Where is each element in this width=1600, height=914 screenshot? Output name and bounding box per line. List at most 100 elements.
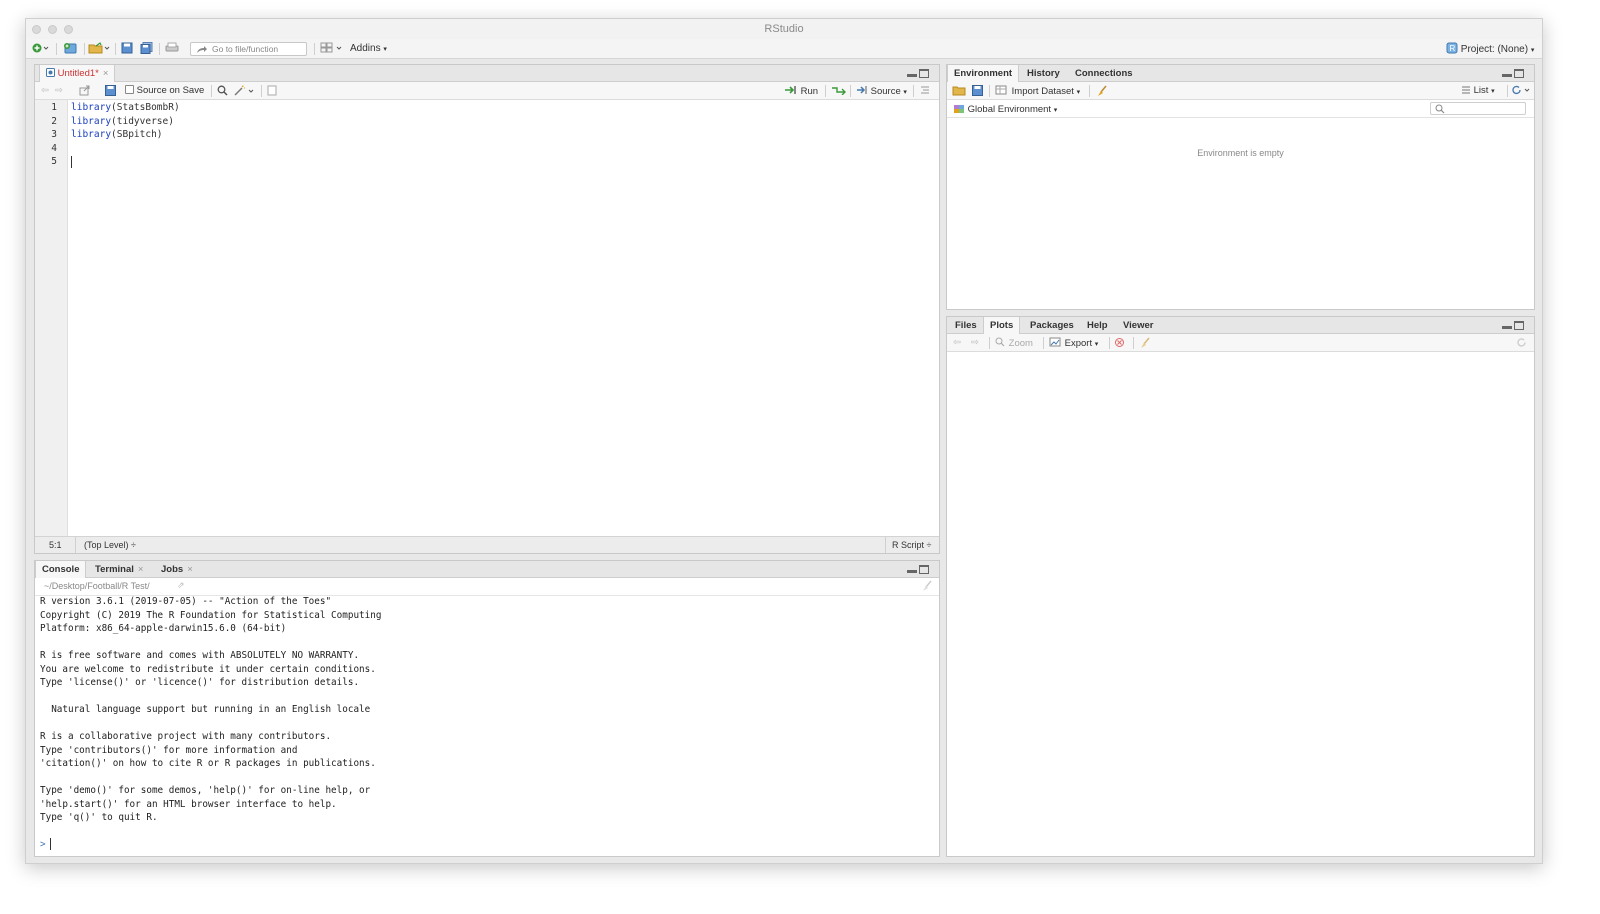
tab-viewer[interactable]: Viewer [1117,317,1159,334]
export-image-icon [1049,337,1061,347]
close-tab-icon[interactable]: × [187,564,193,575]
export-plot-button[interactable]: Export ▾ [1049,337,1098,349]
save-all-button[interactable] [140,42,154,56]
zoom-window-button[interactable] [64,25,73,34]
tab-environment[interactable]: Environment [947,65,1020,83]
back-arrow-icon[interactable]: ⇦ [41,85,49,97]
run-button[interactable]: Run [784,85,818,97]
tab-jobs[interactable]: Jobs × [155,561,199,578]
addins-label: Addins [350,43,381,54]
minimize-pane-icon[interactable] [907,570,917,573]
magnifier-icon [217,85,228,96]
scope-selector[interactable]: (Top Level) ÷ [84,540,136,550]
close-tab-icon[interactable]: × [103,68,109,79]
outline-button[interactable] [919,85,931,97]
next-plot-icon[interactable]: ⇨ [971,337,979,349]
checkbox-icon[interactable] [125,85,134,94]
pane-layout-button[interactable] [320,42,344,56]
zoom-label: Zoom [1008,338,1033,349]
environment-empty-message: Environment is empty [1197,148,1284,158]
source-label: Source [870,86,901,97]
refresh-icon [1517,338,1526,347]
clear-environment-button[interactable] [1096,85,1108,97]
tab-packages[interactable]: Packages [1024,317,1080,334]
refresh-environment-button[interactable] [1512,85,1530,97]
files-window-controls[interactable] [1502,321,1524,331]
clear-console-button[interactable] [921,580,933,595]
tab-terminal[interactable]: Terminal × [89,561,149,578]
editor-save-button[interactable] [105,85,116,97]
addins-menu[interactable]: Addins ▾ [350,42,387,56]
environment-search-input[interactable] [1430,102,1526,115]
source-arrow-icon [857,86,867,94]
save-icon [121,42,133,54]
print-icon [165,42,179,52]
minimize-window-button[interactable] [48,25,57,34]
tab-plots[interactable]: Plots [983,317,1021,335]
zoom-plot-button[interactable]: Zoom [995,337,1033,349]
console-prompt: > [40,839,46,850]
load-workspace-button[interactable] [952,85,966,97]
working-directory[interactable]: ~/Desktop/Football/R Test/ [44,581,150,591]
rerun-button[interactable] [831,85,847,97]
maximize-pane-icon[interactable] [1514,69,1524,78]
console-tabbar: Console Terminal × Jobs × [35,561,939,579]
open-folder-icon [88,42,110,54]
tab-console[interactable]: Console [35,561,87,579]
forward-arrow-icon[interactable]: ⇨ [55,85,63,97]
source-editor-pane: Untitled1* × ⇦ ⇨ Source on Save Run Sour… [34,64,940,554]
new-file-button[interactable] [32,42,50,56]
svg-text:R: R [1450,44,1456,53]
show-in-window-button[interactable] [79,85,91,97]
close-tab-icon[interactable]: × [138,564,144,575]
tab-history[interactable]: History [1021,65,1066,82]
broom-icon [1141,337,1150,348]
go-to-directory-icon[interactable]: ⇗ [177,580,185,591]
environment-pane: Environment History Connections Import D… [946,64,1535,310]
save-icon [105,85,116,96]
print-button[interactable] [165,42,179,56]
global-environment-selector[interactable]: Global Environment ▾ [953,103,1057,115]
environment-window-controls[interactable] [1502,69,1524,79]
console-input[interactable] [50,838,51,850]
save-workspace-button[interactable] [972,85,983,97]
tab-help[interactable]: Help [1081,317,1114,334]
project-menu[interactable]: R Project: (None) ▾ [1446,42,1534,56]
previous-plot-icon[interactable]: ⇦ [953,337,961,349]
find-replace-button[interactable] [217,85,228,97]
plots-toolbar: ⇦ ⇨ Zoom Export ▾ [947,334,1534,352]
source-on-save-checkbox[interactable]: Source on Save [125,85,204,97]
clear-plots-button[interactable] [1139,337,1151,349]
maximize-pane-icon[interactable] [1514,321,1524,330]
new-project-button[interactable] [62,42,80,56]
close-window-button[interactable] [32,25,41,34]
editor-status-bar: 5:1 (Top Level) ÷ R Script ÷ [35,536,939,553]
editor-window-controls[interactable] [907,69,929,79]
remove-plot-button[interactable] [1114,337,1125,349]
minimize-pane-icon[interactable] [1502,326,1512,329]
save-button[interactable] [121,42,133,56]
files-plots-pane: Files Plots Packages Help Viewer ⇦ ⇨ Zoo… [946,316,1535,857]
maximize-pane-icon[interactable] [919,565,929,574]
r-file-icon [46,68,55,77]
refresh-plot-button[interactable] [1517,337,1528,349]
compile-report-button[interactable] [267,85,277,97]
tab-files[interactable]: Files [949,317,983,334]
open-file-button[interactable] [88,42,112,56]
tab-connections[interactable]: Connections [1069,65,1139,82]
maximize-pane-icon[interactable] [919,69,929,78]
filetype-selector[interactable]: R Script ÷ [892,540,931,550]
remove-circle-icon [1115,338,1124,347]
console-pane: Console Terminal × Jobs × ~/Desktop/Footba… [34,560,940,857]
goto-file-function-input[interactable]: Go to file/function [190,42,307,56]
minimize-pane-icon[interactable] [1502,74,1512,77]
environment-toolbar: Import Dataset ▾ List ▾ [947,82,1534,100]
tab-untitled1[interactable]: Untitled1* × [39,65,116,83]
source-button[interactable]: Source ▾ [856,85,907,97]
view-mode-list-button[interactable]: List ▾ [1461,85,1495,97]
code-tools-button[interactable] [234,85,256,97]
minimize-pane-icon[interactable] [907,74,917,77]
import-dataset-button[interactable]: Import Dataset ▾ [995,85,1080,97]
goto-placeholder: Go to file/function [212,44,279,54]
console-window-controls[interactable] [907,565,929,575]
